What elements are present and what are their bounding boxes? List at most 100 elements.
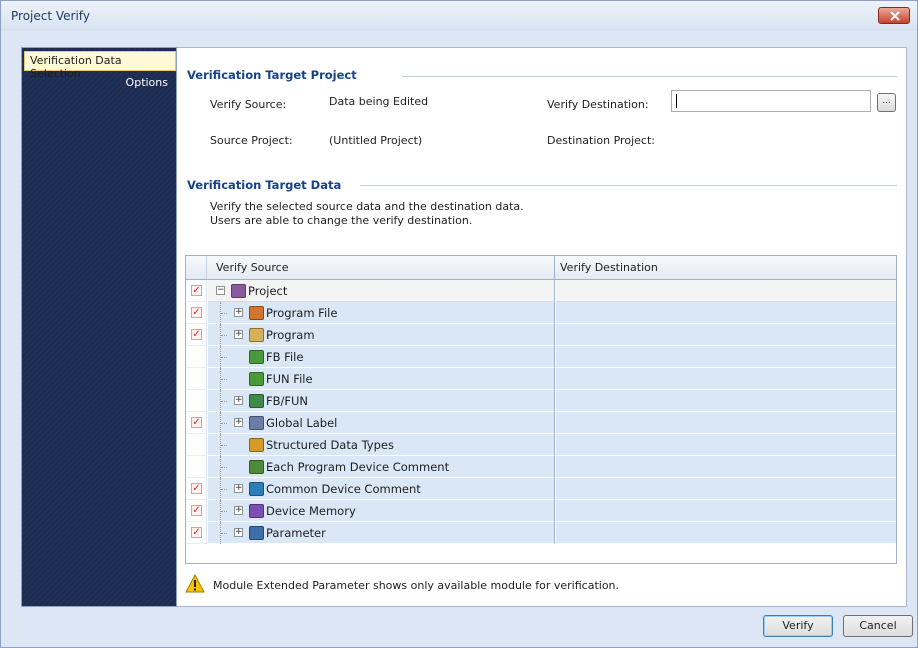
row-label: Global Label	[266, 416, 338, 430]
table-row[interactable]: ✓ + Common Device Comment	[186, 478, 896, 500]
verify-destination-label: Verify Destination:	[547, 98, 649, 111]
table-row[interactable]: ✓ + Parameter	[186, 522, 896, 544]
browse-button[interactable]: ...	[877, 93, 896, 112]
destination-project-label: Destination Project:	[547, 134, 655, 147]
notice-text: Module Extended Parameter shows only ava…	[213, 579, 620, 592]
row-checkbox[interactable]	[186, 368, 207, 390]
verify-button[interactable]: Verify	[763, 615, 833, 637]
common-comment-icon	[249, 482, 264, 496]
table-row[interactable]: Each Program Device Comment	[186, 456, 896, 478]
row-checkbox[interactable]: ✓	[186, 412, 207, 434]
tree-connector	[221, 489, 227, 490]
verify-destination-cell[interactable]	[556, 456, 896, 478]
verify-source-cell[interactable]: + Program File	[208, 302, 555, 324]
row-label: Program	[266, 328, 315, 342]
column-header-verify-destination[interactable]: Verify Destination	[556, 256, 896, 279]
tree-connector	[221, 533, 227, 534]
expand-icon[interactable]: +	[234, 330, 243, 339]
row-checkbox[interactable]: ✓	[186, 500, 207, 522]
verify-destination-input[interactable]	[671, 90, 871, 112]
row-checkbox[interactable]	[186, 456, 207, 478]
expand-icon[interactable]: +	[234, 396, 243, 405]
device-comment-icon	[249, 460, 264, 474]
check-mark-icon: ✓	[191, 285, 202, 296]
row-checkbox[interactable]	[186, 390, 207, 412]
verify-destination-cell[interactable]	[556, 280, 896, 302]
table-row[interactable]: ✓ − Project	[186, 280, 896, 302]
verify-source-cell[interactable]: − Project	[208, 280, 555, 302]
verify-destination-cell[interactable]	[556, 368, 896, 390]
verify-destination-cell[interactable]	[556, 346, 896, 368]
verify-source-cell[interactable]: FUN File	[208, 368, 555, 390]
verification-target-data-heading: Verification Target Data	[187, 178, 342, 192]
row-checkbox[interactable]: ✓	[186, 280, 207, 302]
project-icon	[231, 284, 246, 298]
table-row[interactable]: ✓ + Program	[186, 324, 896, 346]
row-checkbox[interactable]	[186, 346, 207, 368]
row-checkbox[interactable]: ✓	[186, 522, 207, 544]
grid-header: Verify Source Verify Destination	[186, 256, 896, 280]
table-row[interactable]: Structured Data Types	[186, 434, 896, 456]
table-row[interactable]: ✓ + Program File	[186, 302, 896, 324]
check-mark-icon: ✓	[191, 527, 202, 538]
verify-source-cell[interactable]: + Device Memory	[208, 500, 555, 522]
parameter-icon	[249, 526, 264, 540]
verify-destination-cell[interactable]	[556, 522, 896, 544]
verification-target-project-heading: Verification Target Project	[187, 68, 357, 82]
section-divider	[402, 76, 897, 77]
collapse-icon[interactable]: −	[216, 286, 225, 295]
row-checkbox[interactable]: ✓	[186, 478, 207, 500]
expand-icon[interactable]: +	[234, 308, 243, 317]
title-bar: Project Verify	[1, 1, 917, 31]
expand-icon[interactable]: +	[234, 484, 243, 493]
device-memory-icon	[249, 504, 264, 518]
verify-destination-cell[interactable]	[556, 478, 896, 500]
verify-source-cell[interactable]: + Program	[208, 324, 555, 346]
table-row[interactable]: FB File	[186, 346, 896, 368]
close-button[interactable]	[878, 7, 910, 24]
source-project-label: Source Project:	[210, 134, 293, 147]
tree-connector	[221, 423, 227, 424]
verify-source-cell[interactable]: + Common Device Comment	[208, 478, 555, 500]
verify-destination-cell[interactable]	[556, 324, 896, 346]
verify-source-cell[interactable]: + Global Label	[208, 412, 555, 434]
verify-destination-cell[interactable]	[556, 500, 896, 522]
column-header-verify-source[interactable]: Verify Source	[208, 256, 555, 279]
table-row[interactable]: ✓ + Device Memory	[186, 500, 896, 522]
dialog-window: Project Verify Verification Data Selecti…	[0, 0, 918, 648]
tree-connector	[221, 379, 227, 380]
verify-destination-cell[interactable]	[556, 434, 896, 456]
close-icon	[890, 11, 900, 21]
expand-icon[interactable]: +	[234, 506, 243, 515]
table-row[interactable]: FUN File	[186, 368, 896, 390]
structured-data-icon	[249, 438, 264, 452]
table-row[interactable]: + FB/FUN	[186, 390, 896, 412]
table-row[interactable]: ✓ + Global Label	[186, 412, 896, 434]
tree-connector	[221, 335, 227, 336]
verify-source-cell[interactable]: Each Program Device Comment	[208, 456, 555, 478]
verify-target-grid: Verify Source Verify Destination ✓ − Proje…	[185, 255, 897, 564]
program-icon	[249, 328, 264, 342]
program-file-icon	[249, 306, 264, 320]
row-checkbox[interactable]: ✓	[186, 324, 207, 346]
verify-destination-cell[interactable]	[556, 390, 896, 412]
tree-connector	[221, 511, 227, 512]
row-checkbox[interactable]: ✓	[186, 302, 207, 324]
check-mark-icon: ✓	[191, 417, 202, 428]
verify-destination-cell[interactable]	[556, 302, 896, 324]
cancel-button[interactable]: Cancel	[843, 615, 913, 637]
verify-destination-cell[interactable]	[556, 412, 896, 434]
row-checkbox[interactable]	[186, 434, 207, 456]
nav-item-options[interactable]: Options	[22, 73, 176, 93]
expand-icon[interactable]: +	[234, 418, 243, 427]
verify-source-label: Verify Source:	[210, 98, 287, 111]
check-mark-icon: ✓	[191, 307, 202, 318]
verify-source-cell[interactable]: Structured Data Types	[208, 434, 555, 456]
verify-source-cell[interactable]: + Parameter	[208, 522, 555, 544]
expand-icon[interactable]: +	[234, 528, 243, 537]
verify-source-cell[interactable]: FB File	[208, 346, 555, 368]
nav-item-verification-data-selection[interactable]: Verification Data Selection	[24, 51, 176, 80]
row-label: Common Device Comment	[266, 482, 421, 496]
verify-source-cell[interactable]: + FB/FUN	[208, 390, 555, 412]
row-label: Parameter	[266, 526, 326, 540]
